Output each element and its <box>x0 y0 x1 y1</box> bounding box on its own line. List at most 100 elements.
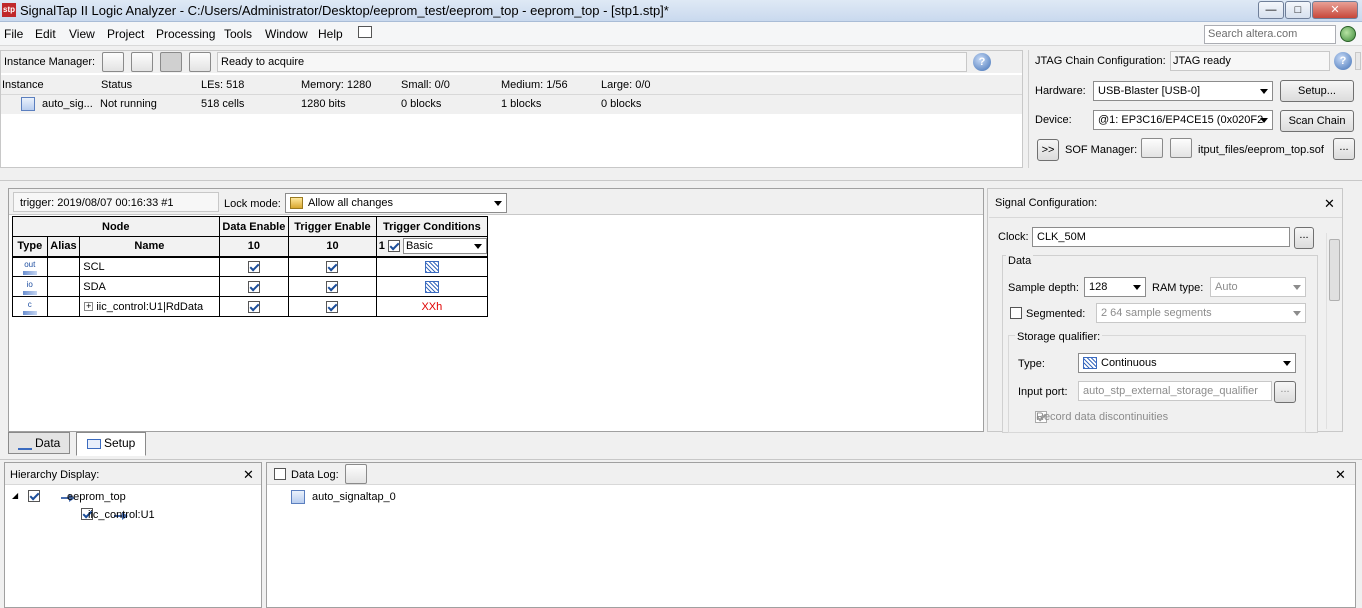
trigger-enable-checkbox[interactable] <box>326 260 339 273</box>
stop-analysis-icon[interactable] <box>160 52 182 72</box>
data-enable-checkbox[interactable] <box>247 280 260 293</box>
setup-button[interactable]: Setup... <box>1280 80 1354 102</box>
expand-sof-button[interactable]: >> <box>1037 139 1059 161</box>
divider <box>989 217 1342 218</box>
sample-depth-select[interactable]: 128 <box>1084 277 1146 297</box>
trigger-enable-count: 10 <box>288 236 377 258</box>
autorun-analysis-icon[interactable] <box>102 52 124 72</box>
scrollbar-thumb[interactable] <box>1329 239 1340 301</box>
table-row[interactable]: out SCL <box>12 256 489 277</box>
menu-help[interactable]: Help <box>318 27 343 41</box>
node-header: Node <box>12 216 220 237</box>
instance-small: 0 blocks <box>401 98 442 110</box>
jtag-label: JTAG Chain Configuration: <box>1035 55 1166 67</box>
close-icon[interactable]: ✕ <box>1335 468 1346 481</box>
sof-file-path: itput_files/eeprom_top.sof <box>1198 144 1324 156</box>
data-log-title: Data Log: <box>291 469 339 481</box>
output-pin-icon: out <box>21 261 39 276</box>
instance-les: 518 cells <box>201 98 245 110</box>
trigger-enable-checkbox[interactable] <box>326 300 339 313</box>
alias-cell <box>46 296 81 317</box>
minimize-button[interactable]: — <box>1258 1 1284 19</box>
trigger-condition-selector: 1 Basic <box>375 236 489 258</box>
menu-tools[interactable]: Tools <box>224 27 252 41</box>
ram-type-select[interactable]: Auto <box>1210 277 1306 297</box>
instance-manager-label: Instance Manager: <box>4 56 96 68</box>
tab-setup[interactable]: Setup <box>76 432 146 456</box>
device-select[interactable]: @1: EP3C16/EP4CE15 (0x020F2 <box>1093 110 1273 130</box>
menu-edit[interactable]: Edit <box>35 27 56 41</box>
table-row[interactable]: c + iic_control:U1|RdData XXh <box>12 296 489 317</box>
read-data-icon[interactable] <box>189 52 211 72</box>
clock-browse-button[interactable]: ... <box>1294 227 1314 249</box>
device-value: @1: EP3C16/EP4CE15 (0x020F2 <box>1098 114 1264 126</box>
menu-project[interactable]: Project <box>107 27 144 41</box>
divider <box>0 459 1362 460</box>
input-port-field[interactable]: auto_stp_external_storage_qualifier <box>1078 381 1272 401</box>
tree-collapse-icon[interactable]: ◢ <box>12 491 18 500</box>
hierarchy-checkbox[interactable] <box>28 490 40 503</box>
close-window-button[interactable]: ✕ <box>1312 1 1358 19</box>
condition-enable-checkbox[interactable] <box>387 240 400 253</box>
jtag-panel: JTAG Chain Configuration: JTAG ready ? H… <box>1028 50 1362 168</box>
lock-mode-select[interactable]: Allow all changes <box>285 193 507 213</box>
hierarchy-item-iic-control[interactable]: iic_control:U1 <box>88 509 155 521</box>
waveform-icon <box>17 438 32 450</box>
clock-field[interactable]: CLK_50M <box>1032 227 1290 247</box>
jtag-help-icon[interactable]: ? <box>1334 52 1352 70</box>
hierarchy-item-eeprom-top[interactable]: eeprom_top <box>67 491 126 503</box>
attach-sof-icon[interactable] <box>1170 138 1192 158</box>
instance-memory: 1280 bits <box>301 98 346 110</box>
condition-mode-select[interactable]: Basic <box>402 238 487 255</box>
signal-config-scrollbar[interactable] <box>1326 233 1342 429</box>
trigger-condition-value[interactable]: XXh <box>375 296 489 317</box>
table-row[interactable]: auto_sig... Not running 518 cells 1280 b… <box>1 95 1022 114</box>
title-bar: stp SignalTap II Logic Analyzer - C:/Use… <box>0 0 1362 22</box>
data-enable-checkbox[interactable] <box>247 260 260 273</box>
table-row[interactable]: io SDA <box>12 276 489 297</box>
divider <box>0 180 1362 181</box>
input-port-browse-button[interactable]: ... <box>1274 381 1296 403</box>
tab-data[interactable]: Data <box>8 432 70 454</box>
segments-select[interactable]: 2 64 sample segments <box>1096 303 1306 323</box>
hardware-select[interactable]: USB-Blaster [USB-0] <box>1093 81 1273 101</box>
globe-icon[interactable] <box>1340 26 1356 42</box>
help-chat-icon[interactable] <box>358 26 372 38</box>
data-log-action-icon[interactable] <box>345 464 367 484</box>
data-log-checkbox[interactable] <box>274 468 286 481</box>
combinational-node-icon: c <box>21 301 39 315</box>
close-icon[interactable]: ✕ <box>243 468 254 481</box>
segmented-label: Segmented: <box>1026 308 1086 320</box>
scan-chain-button[interactable]: Scan Chain <box>1280 110 1354 132</box>
menu-view[interactable]: View <box>69 27 95 41</box>
setup-panel: trigger: 2019/08/07 00:16:33 #1 Lock mod… <box>8 188 984 432</box>
close-icon[interactable]: ✕ <box>1324 197 1335 210</box>
expand-bus-icon[interactable]: + <box>84 302 94 312</box>
data-group-label: Data <box>1006 255 1034 267</box>
maximize-button[interactable]: □ <box>1285 1 1311 19</box>
instance-name: auto_sig... <box>42 98 93 110</box>
jtag-status: JTAG ready <box>1173 55 1231 67</box>
chevron-down-icon <box>473 244 482 250</box>
col-small: Small: 0/0 <box>401 79 450 91</box>
sof-browse-button[interactable]: ... <box>1333 138 1355 160</box>
data-log-item[interactable]: auto_signaltap_0 <box>312 491 396 503</box>
tab-data-label: Data <box>34 436 61 450</box>
help-icon[interactable]: ? <box>973 53 991 71</box>
dont-care-pattern-icon[interactable] <box>424 260 439 273</box>
menu-processing[interactable]: Processing <box>156 27 215 41</box>
menu-window[interactable]: Window <box>265 27 308 41</box>
dont-care-pattern-icon[interactable] <box>424 280 439 293</box>
col-large: Large: 0/0 <box>601 79 651 91</box>
storage-type-value: Continuous <box>1101 357 1157 369</box>
run-analysis-icon[interactable] <box>131 52 153 72</box>
menu-file[interactable]: File <box>4 27 23 41</box>
trigger-enable-checkbox[interactable] <box>326 280 339 293</box>
program-device-icon[interactable] <box>1141 138 1163 158</box>
node-name: SDA <box>79 276 220 297</box>
storage-type-select[interactable]: Continuous <box>1078 353 1296 373</box>
search-input[interactable]: Search altera.com <box>1204 25 1336 44</box>
data-enable-checkbox[interactable] <box>247 300 260 313</box>
segmented-checkbox[interactable] <box>1010 307 1022 320</box>
node-name: SCL <box>79 256 220 277</box>
